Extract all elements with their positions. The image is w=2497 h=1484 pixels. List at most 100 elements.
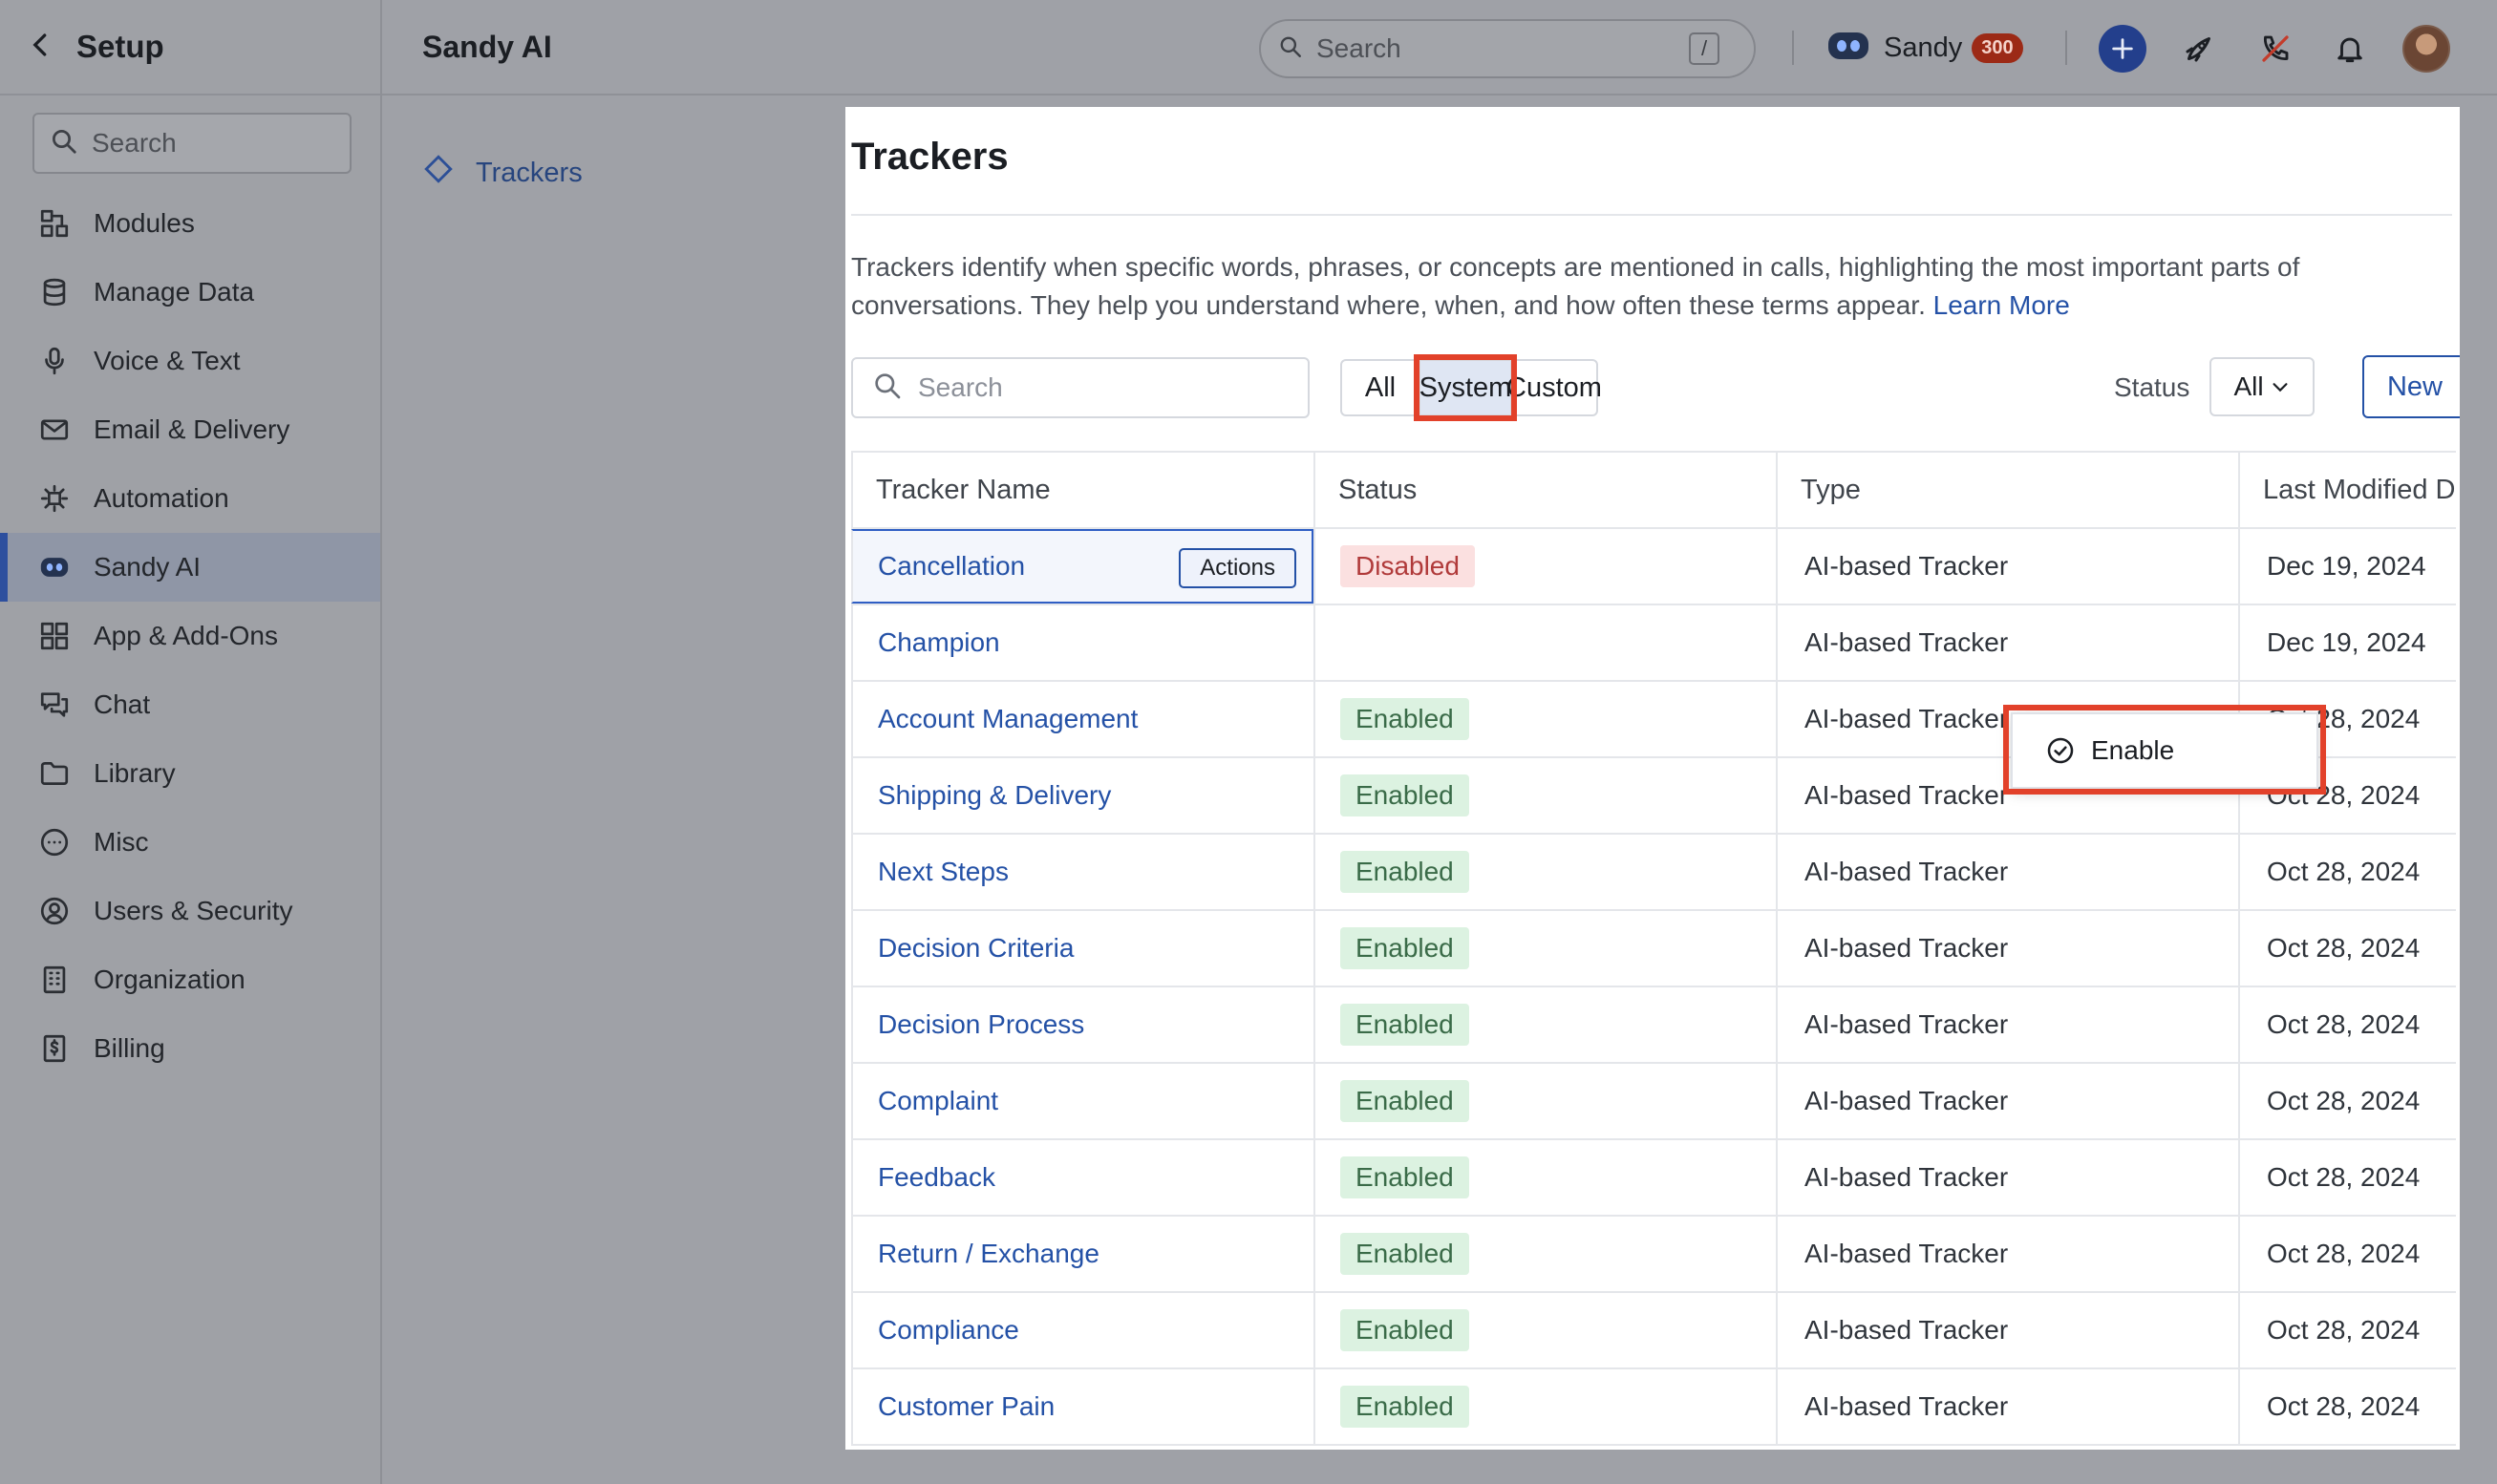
sidebar-item-label: Automation xyxy=(94,483,229,513)
type-cell: AI-based Tracker xyxy=(1776,1217,2238,1291)
filter-system[interactable]: System xyxy=(1419,359,1512,416)
status-filter-select[interactable]: All xyxy=(2209,357,2315,416)
type-cell: AI-based Tracker xyxy=(1776,1140,2238,1215)
tracker-type: AI-based Tracker xyxy=(1804,933,2009,963)
divider xyxy=(851,214,2452,216)
tracker-name-cell: Shipping & Delivery xyxy=(851,758,1313,833)
user-name: Sandy xyxy=(1884,32,1963,63)
sidebar-item-automation[interactable]: Automation xyxy=(0,464,380,533)
tracker-name-cell: Compliance xyxy=(851,1293,1313,1367)
filter-custom[interactable]: Custom xyxy=(1506,359,1602,416)
user-chip[interactable]: Sandy 300 xyxy=(1826,29,2023,68)
sidebar-item-organization[interactable]: Organization xyxy=(0,945,380,1014)
table-row[interactable]: Next Steps Enabled AI-based Tracker Oct 28,… xyxy=(851,835,2456,911)
learn-more-link[interactable]: Learn More xyxy=(1933,290,2070,320)
global-search[interactable]: / xyxy=(1259,19,1756,78)
modified-cell: Oct 28, 2024 xyxy=(2238,835,2460,909)
sidebar-item-sandy-ai[interactable]: Sandy AI xyxy=(0,533,380,602)
status-badge: Enabled xyxy=(1340,774,1469,816)
sidebar-item-label: Billing xyxy=(94,1033,165,1063)
user-circle-icon xyxy=(38,895,94,927)
table-row[interactable]: Decision Criteria Enabled AI-based Tracker… xyxy=(851,911,2456,987)
status-cell: Enabled xyxy=(1313,1064,1776,1138)
sidebar-search[interactable] xyxy=(32,113,352,174)
back-arrow-icon[interactable] xyxy=(27,28,76,66)
column-header-status[interactable]: Status xyxy=(1313,453,1776,527)
last-modified-date: Oct 28, 2024 xyxy=(2267,1086,2421,1115)
tracker-name-link[interactable]: Compliance xyxy=(878,1315,1019,1346)
add-button[interactable] xyxy=(2099,25,2146,73)
sidebar-item-voice-text[interactable]: Voice & Text xyxy=(0,327,380,395)
table-row[interactable]: Champion AI-based Tracker Dec 19, 2024 xyxy=(851,605,2456,682)
tracker-name-link[interactable]: Return / Exchange xyxy=(878,1239,1099,1269)
tracker-name-link[interactable]: Account Management xyxy=(878,704,1138,734)
column-header-type[interactable]: Type xyxy=(1776,453,2238,527)
sidebar-item-chat[interactable]: Chat xyxy=(0,670,380,739)
app-root: Setup Modules Manage Data Voice & Text Emai… xyxy=(0,0,2497,1484)
sidebar-item-label: Chat xyxy=(94,689,151,719)
tracker-name-cell: Account Management xyxy=(851,682,1313,756)
actions-button[interactable]: Actions xyxy=(1179,548,1296,588)
modified-cell: Oct 28, 2024 xyxy=(2238,1140,2460,1215)
tracker-search[interactable] xyxy=(851,357,1310,418)
tracker-name-link[interactable]: Next Steps xyxy=(878,857,1009,887)
table-row[interactable]: Decision Process Enabled AI-based Tracker O… xyxy=(851,987,2456,1064)
phone-off-icon[interactable] xyxy=(2252,25,2299,73)
modified-cell: Dec 19, 2024 xyxy=(2238,529,2460,604)
sidebar-item-misc[interactable]: Misc xyxy=(0,808,380,877)
global-search-input[interactable] xyxy=(1316,33,1689,64)
table-row[interactable]: Return / Exchange Enabled AI-based Tracker… xyxy=(851,1217,2456,1293)
tracker-name-link[interactable]: Cancellation xyxy=(878,551,1025,582)
rocket-icon[interactable] xyxy=(2175,25,2223,73)
column-header-modified[interactable]: Last Modified D xyxy=(2238,453,2460,527)
last-modified-date: Oct 28, 2024 xyxy=(2267,933,2421,963)
tracker-type: AI-based Tracker xyxy=(1804,857,2009,886)
sidebar-item-billing[interactable]: Billing xyxy=(0,1014,380,1083)
sidebar-item-label: Email & Delivery xyxy=(94,414,290,444)
automation-icon xyxy=(38,482,94,515)
sidebar-item-library[interactable]: Library xyxy=(0,739,380,808)
status-filter-value: All xyxy=(2233,371,2264,401)
table-row[interactable]: Cancellation Actions Disabled AI-based Trac… xyxy=(851,529,2456,605)
tracker-name-link[interactable]: Decision Criteria xyxy=(878,933,1074,964)
modules-icon xyxy=(38,207,94,240)
top-header: Sandy AI / Sandy 300 xyxy=(382,0,2497,95)
tracker-name-link[interactable]: Feedback xyxy=(878,1162,995,1193)
tracker-name-link[interactable]: Shipping & Delivery xyxy=(878,780,1111,811)
sidebar-item-manage-data[interactable]: Manage Data xyxy=(0,258,380,327)
table-row[interactable]: Compliance Enabled AI-based Tracker Oct 28,… xyxy=(851,1293,2456,1369)
trackers-panel: Trackers Trackers identify when specific… xyxy=(845,107,2460,1450)
last-modified-date: Dec 19, 2024 xyxy=(2267,627,2426,657)
filter-all[interactable]: All xyxy=(1340,359,1420,416)
column-header-name[interactable]: Tracker Name xyxy=(851,453,1313,527)
bell-icon[interactable] xyxy=(2326,25,2374,73)
sidebar-item-email-delivery[interactable]: Email & Delivery xyxy=(0,395,380,464)
tracker-name-link[interactable]: Decision Process xyxy=(878,1009,1084,1040)
sidebar-item-label: Voice & Text xyxy=(94,346,241,375)
sidebar-search-input[interactable] xyxy=(92,128,331,159)
type-cell: AI-based Tracker xyxy=(1776,835,2238,909)
type-cell: AI-based Tracker xyxy=(1776,1064,2238,1138)
tracker-name-link[interactable]: Complaint xyxy=(878,1086,998,1116)
table-row[interactable]: Customer Pain Enabled AI-based Tracker Oct … xyxy=(851,1369,2456,1446)
breadcrumb[interactable]: Trackers xyxy=(422,153,583,193)
search-icon xyxy=(872,371,903,406)
modified-cell: Oct 28, 2024 xyxy=(2238,987,2460,1062)
actions-menu-enable[interactable]: Enable xyxy=(2011,712,2318,789)
new-tracker-button[interactable]: New xyxy=(2362,355,2460,418)
sidebar-item-modules[interactable]: Modules xyxy=(0,189,380,258)
status-cell: Disabled xyxy=(1313,529,1776,604)
status-badge: Enabled xyxy=(1340,698,1469,740)
tracker-name-link[interactable]: Customer Pain xyxy=(878,1391,1055,1422)
tracker-name-link[interactable]: Champion xyxy=(878,627,1000,658)
sidebar-item-app-add-ons[interactable]: App & Add-Ons xyxy=(0,602,380,670)
table-row[interactable]: Feedback Enabled AI-based Tracker Oct 28, 2… xyxy=(851,1140,2456,1217)
avatar[interactable] xyxy=(2402,25,2450,73)
tracker-search-input[interactable] xyxy=(918,372,1300,403)
status-cell: Enabled xyxy=(1313,1293,1776,1367)
tracker-type: AI-based Tracker xyxy=(1804,1315,2009,1345)
tracker-type: AI-based Tracker xyxy=(1804,704,2009,733)
sidebar-item-users-security[interactable]: Users & Security xyxy=(0,877,380,945)
table-row[interactable]: Complaint Enabled AI-based Tracker Oct 28, … xyxy=(851,1064,2456,1140)
breadcrumb-trackers[interactable]: Trackers xyxy=(476,158,583,189)
